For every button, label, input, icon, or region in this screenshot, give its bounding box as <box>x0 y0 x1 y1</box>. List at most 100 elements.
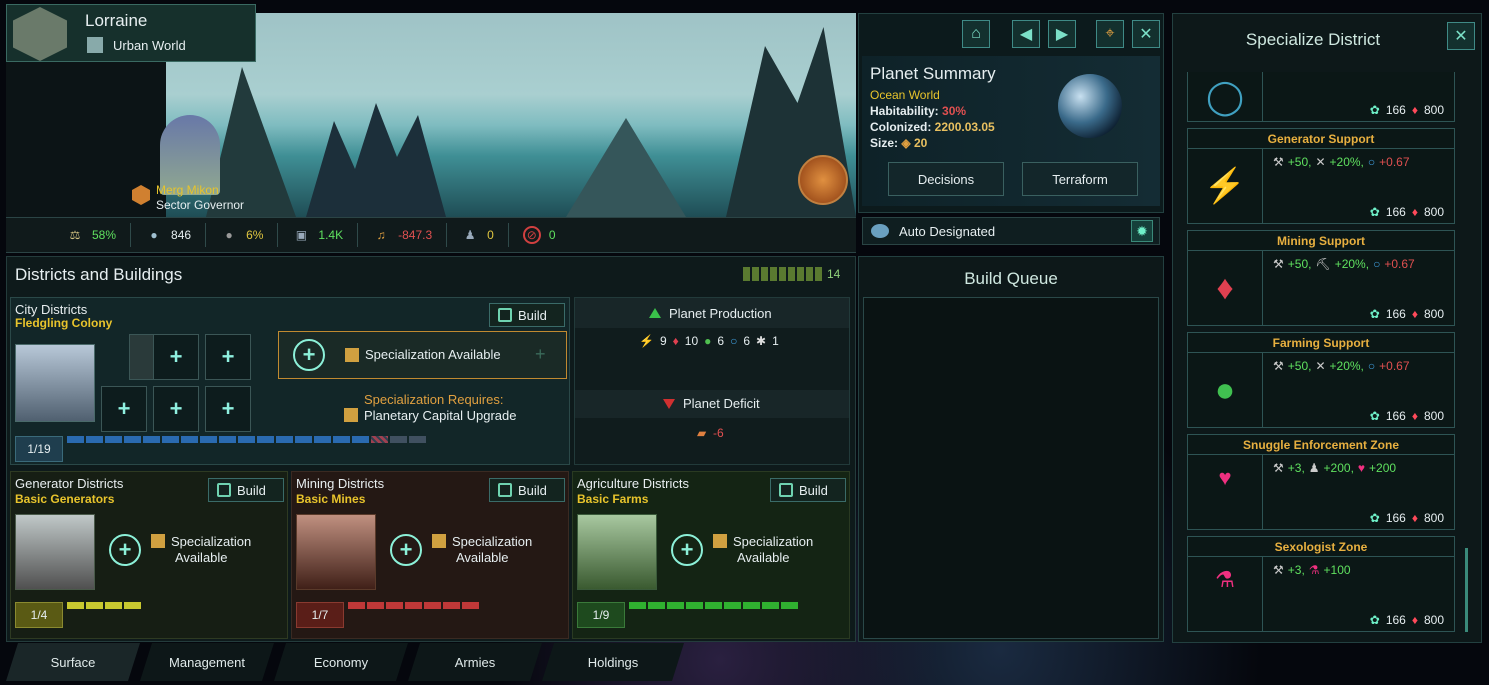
specialization-card[interactable]: ◯ ✿ 166 ♦ 800 <box>1187 72 1455 122</box>
specialization-card[interactable]: Sexologist Zone ⚗ ⚒ +3, ⚗ +100 ✿ 166 ♦ 800 <box>1187 536 1455 632</box>
designation-icon <box>871 224 889 238</box>
planet-emblem-icon[interactable] <box>13 7 67 61</box>
add-building-slot[interactable]: + <box>153 386 199 432</box>
stat-stability[interactable]: ⚖ 58% <box>6 223 132 247</box>
amenities-icon: ▣ <box>295 228 308 242</box>
consumer-goods-icon: ▰ <box>697 426 707 440</box>
locate-planet-icon[interactable]: ⌖ <box>1096 20 1124 48</box>
close-icon[interactable]: ✕ <box>1132 20 1160 48</box>
minerals-icon: ♦ <box>1411 205 1418 219</box>
deficit-title: Planet Deficit <box>683 396 760 411</box>
add-specialization-icon[interactable]: + <box>671 534 703 566</box>
specialization-available-label: Available <box>175 550 228 565</box>
specialization-card[interactable]: Mining Support ♦ ⚒ +50, ⛏ +20%, ○ +0.67 ✿ 166 ♦… <box>1187 230 1455 326</box>
planet-world-type: Ocean World <box>870 88 940 102</box>
mining-build-button[interactable]: Build <box>489 478 565 502</box>
effect-icon: ⚒ <box>1273 359 1284 373</box>
add-building-slot[interactable]: + <box>101 386 147 432</box>
summary-title: Planet Summary <box>870 64 996 83</box>
governor-name[interactable]: Merg Mikon <box>156 183 219 197</box>
designation-label: Auto Designated <box>899 224 996 239</box>
city-build-button[interactable]: Build <box>489 303 565 327</box>
stat-housing[interactable]: ♫ -847.3 <box>358 223 448 247</box>
add-specialization-icon[interactable]: + <box>109 534 141 566</box>
designation-bar[interactable]: Auto Designated ✹ <box>862 217 1160 245</box>
stability-icon: ⚖ <box>69 228 81 242</box>
tab-surface[interactable]: Surface <box>6 643 140 681</box>
effect-icon: ⚒ <box>1273 461 1284 475</box>
tab-holdings[interactable]: Holdings <box>542 643 684 681</box>
gem-icon: ♦ <box>1188 251 1263 325</box>
governor-title: Sector Governor <box>156 198 245 212</box>
mining-district-progress <box>348 602 479 609</box>
tab-armies[interactable]: Armies <box>408 643 542 681</box>
production-title: Planet Production <box>669 306 772 321</box>
specialization-card[interactable]: Snuggle Enforcement Zone ♥ ⚒ +3, ♟ +200, ♥ +2… <box>1187 434 1455 530</box>
specialization-label: Specialization <box>171 534 252 549</box>
previous-planet-icon[interactable]: ◀ <box>1012 20 1040 48</box>
card-cost: ✿ 166 ♦ 800 <box>1369 205 1444 219</box>
city-district-image[interactable] <box>15 344 95 422</box>
agriculture-districts-subtitle: Basic Farms <box>577 492 649 506</box>
agriculture-build-button[interactable]: Build <box>770 478 846 502</box>
stat-devastation[interactable]: ⊘ 0 <box>509 223 570 247</box>
specialization-icon <box>432 534 446 548</box>
minerals-icon: ♦ <box>1411 307 1418 321</box>
card-cost: ✿ 166 ♦ 800 <box>1369 511 1444 525</box>
unemployed-icon: ● <box>225 228 233 242</box>
effect-icon: ⚗ <box>1308 563 1320 577</box>
stat-unemployed[interactable]: ● 6% <box>206 223 279 247</box>
flask-icon: ⚗ <box>1188 557 1263 631</box>
ring-icon: ◯ <box>1188 72 1263 121</box>
influence-icon: ✿ <box>1369 409 1380 423</box>
requirement-item: Planetary Capital Upgrade <box>364 408 517 423</box>
add-building-slot[interactable]: + <box>153 334 199 380</box>
minerals-icon: ♦ <box>1411 409 1418 423</box>
build-icon <box>498 308 512 322</box>
close-icon[interactable]: ✕ <box>1447 22 1475 50</box>
add-specialization-icon[interactable]: + <box>390 534 422 566</box>
add-building-slot[interactable]: + <box>205 334 251 380</box>
capital-icon[interactable]: ⌂ <box>962 20 990 48</box>
city-districts-title: City Districts <box>15 302 88 317</box>
generator-build-button[interactable]: Build <box>208 478 284 502</box>
effect-icon: ♟ <box>1308 461 1320 475</box>
planet-globe[interactable] <box>1058 74 1122 138</box>
mining-district-count: 1/7 <box>296 602 344 628</box>
effect-icon: ✕ <box>1315 155 1326 169</box>
decisions-button[interactable]: Decisions <box>888 162 1004 196</box>
specialization-available-label: Available <box>456 550 509 565</box>
crime-icon: ♟ <box>464 228 476 242</box>
add-building-slot[interactable]: + <box>205 386 251 432</box>
gear-icon[interactable]: ✹ <box>1131 220 1153 242</box>
next-planet-icon[interactable]: ▶ <box>1048 20 1076 48</box>
tab-economy[interactable]: Economy <box>274 643 408 681</box>
city-specialization-slot[interactable]: + Specialization Available + <box>278 331 567 379</box>
research-icon: ✱ <box>756 334 767 348</box>
specialization-icon <box>713 534 727 548</box>
build-icon <box>217 483 231 497</box>
planet-name[interactable]: Lorraine <box>85 11 147 31</box>
pops-icon: ● <box>150 228 158 242</box>
tab-management[interactable]: Management <box>140 643 274 681</box>
card-effects: ⚒ +50, ⛏ +20%, ○ +0.67 <box>1273 257 1415 271</box>
generator-districts-subtitle: Basic Generators <box>15 492 115 506</box>
stat-amenities[interactable]: ▣ 1.4K <box>278 223 359 247</box>
city-districts-box: City Districts Fledgling Colony Build + … <box>10 297 570 465</box>
housing-icon: ♫ <box>376 228 386 242</box>
specialization-card[interactable]: Farming Support ● ⚒ +50, ✕ +20%, ○ +0.67 ✿ 166… <box>1187 332 1455 428</box>
mining-district-image[interactable] <box>296 514 376 590</box>
agriculture-district-image[interactable] <box>577 514 657 590</box>
specialization-card[interactable]: Generator Support ⚡ ⚒ +50, ✕ +20%, ○ +0.67 ✿ 1… <box>1187 128 1455 224</box>
mining-districts-subtitle: Basic Mines <box>296 492 366 506</box>
terraform-button[interactable]: Terraform <box>1022 162 1138 196</box>
planet-action-icon[interactable] <box>798 155 848 205</box>
card-effects: ⚒ +50, ✕ +20%, ○ +0.67 <box>1273 359 1410 373</box>
stat-crime[interactable]: ♟ 0 <box>447 223 509 247</box>
stat-pops[interactable]: ● 846 <box>131 223 207 247</box>
scrollbar[interactable] <box>1465 548 1468 632</box>
card-cost: ✿ 166 ♦ 800 <box>1369 613 1444 627</box>
generator-district-image[interactable] <box>15 514 95 590</box>
add-specialization-icon: + <box>293 339 325 371</box>
generator-districts-box: Generator Districts Basic Generators Bui… <box>10 471 288 639</box>
